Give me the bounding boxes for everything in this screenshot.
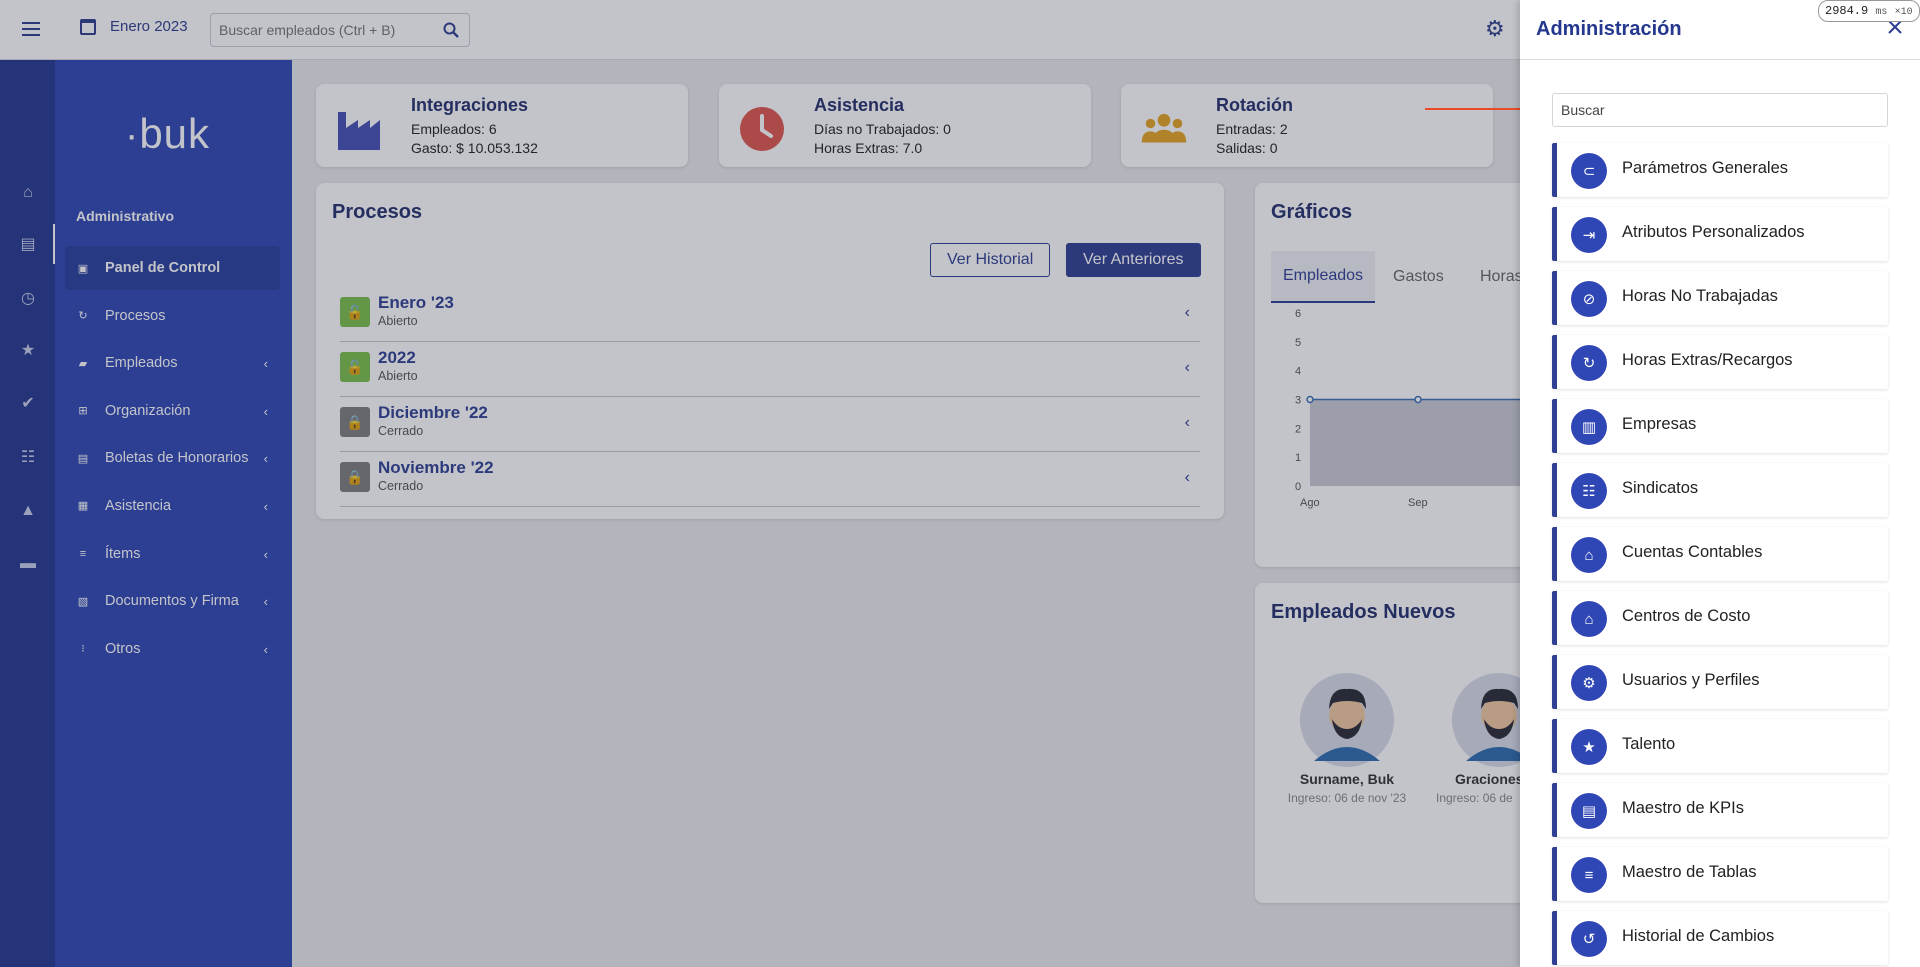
admin-item-horas-extras-recargos[interactable]: ↻ Horas Extras/Recargos: [1552, 335, 1888, 389]
history-icon: ↺: [1571, 921, 1607, 957]
admin-item-label: Atributos Personalizados: [1622, 223, 1805, 241]
home-work-icon: ⌂: [1571, 601, 1607, 637]
admin-item-label: Historial de Cambios: [1622, 927, 1775, 945]
chart-add-icon: ▤: [1571, 793, 1607, 829]
admin-item-label: Maestro de KPIs: [1622, 799, 1744, 817]
building-icon: ▥: [1571, 409, 1607, 445]
admin-item-label: Horas Extras/Recargos: [1622, 351, 1793, 369]
admin-panel: Administración ⊂ Parámetros Generales ⇥ Atr…: [1520, 0, 1920, 967]
more-time-icon: ↻: [1571, 345, 1607, 381]
admin-item-par-metros-generales[interactable]: ⊂ Parámetros Generales: [1552, 143, 1888, 197]
admin-item-centros-de-costo[interactable]: ⌂ Centros de Costo: [1552, 591, 1888, 645]
playlist-add-icon: ≡: [1571, 857, 1607, 893]
admin-item-maestro-de-kpis[interactable]: ▤ Maestro de KPIs: [1552, 783, 1888, 837]
admin-item-label: Sindicatos: [1622, 479, 1699, 497]
admin-panel-title: Administración: [1536, 18, 1682, 40]
admin-item-label: Usuarios y Perfiles: [1622, 671, 1760, 689]
admin-search-input[interactable]: [1553, 94, 1883, 126]
groups-icon: ☷: [1571, 473, 1607, 509]
input-icon: ⇥: [1571, 217, 1607, 253]
toggle-icon: ⊂: [1571, 153, 1607, 189]
manage-accounts-icon: ⚙: [1571, 665, 1607, 701]
admin-item-cuentas-contables[interactable]: ⌂ Cuentas Contables: [1552, 527, 1888, 581]
admin-item-label: Horas No Trabajadas: [1622, 287, 1778, 305]
admin-item-historial-de-cambios[interactable]: ↺ Historial de Cambios: [1552, 911, 1888, 965]
admin-item-horas-no-trabajadas[interactable]: ⊘ Horas No Trabajadas: [1552, 271, 1888, 325]
bank-icon: ⌂: [1571, 537, 1607, 573]
admin-item-label: Maestro de Tablas: [1622, 863, 1757, 881]
performance-badge: 2984.9 ms ×10: [1818, 0, 1920, 22]
admin-item-talento[interactable]: ★ Talento: [1552, 719, 1888, 773]
admin-item-label: Parámetros Generales: [1622, 159, 1788, 177]
admin-item-sindicatos[interactable]: ☷ Sindicatos: [1552, 463, 1888, 517]
admin-item-label: Cuentas Contables: [1622, 543, 1763, 561]
admin-item-label: Talento: [1622, 735, 1676, 753]
timer-off-icon: ⊘: [1571, 281, 1607, 317]
admin-item-atributos-personalizados[interactable]: ⇥ Atributos Personalizados: [1552, 207, 1888, 261]
admin-item-label: Empresas: [1622, 415, 1697, 433]
admin-search[interactable]: [1552, 93, 1888, 127]
folder-star-icon: ★: [1571, 729, 1607, 765]
admin-item-usuarios-y-perfiles[interactable]: ⚙ Usuarios y Perfiles: [1552, 655, 1888, 709]
admin-item-maestro-de-tablas[interactable]: ≡ Maestro de Tablas: [1552, 847, 1888, 901]
admin-item-label: Centros de Costo: [1622, 607, 1751, 625]
admin-item-empresas[interactable]: ▥ Empresas: [1552, 399, 1888, 453]
